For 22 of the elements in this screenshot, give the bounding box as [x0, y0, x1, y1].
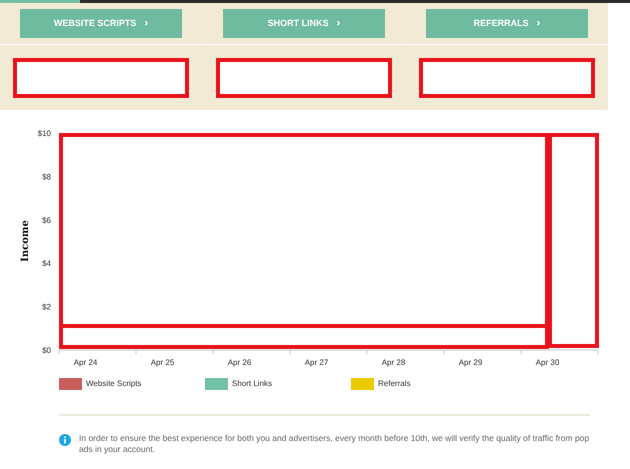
x-tick-label: Apr 27	[304, 358, 328, 367]
axis-title: Income	[20, 220, 31, 262]
y-tick-label: $10	[38, 129, 51, 138]
y-tick-label: $4	[42, 259, 51, 268]
x-tick-label: Apr 26	[228, 358, 252, 367]
legend-label: Website Scripts	[86, 378, 142, 390]
stat-button[interactable]: WEBSITE SCRIPTS ›	[20, 9, 182, 38]
x-tick-label: Apr 28	[382, 358, 406, 367]
x-tick-label: Apr 24	[74, 358, 98, 367]
stat-button[interactable]: REFERRALS ›	[426, 9, 588, 38]
y-tick-label: $6	[42, 216, 51, 225]
y-tick-label: $2	[42, 302, 51, 312]
x-tick-label: Apr 29	[458, 358, 482, 367]
x-tick-label: Apr 25	[150, 358, 174, 367]
legend-label: Referrals	[378, 378, 410, 390]
y-tick-label: $8	[42, 172, 51, 182]
stat-button[interactable]: SHORT LINKS ›	[223, 9, 385, 38]
legend-label: Short Links	[232, 378, 272, 390]
info-icon	[59, 434, 71, 446]
y-tick-label: $0	[42, 346, 51, 355]
notice-text: In order to ensure the best experience for both you and advertisers, every month before 10th, we will verify the quality of traffic from pop ads in your account.	[79, 433, 590, 455]
x-tick-label: Apr 30	[536, 358, 560, 367]
